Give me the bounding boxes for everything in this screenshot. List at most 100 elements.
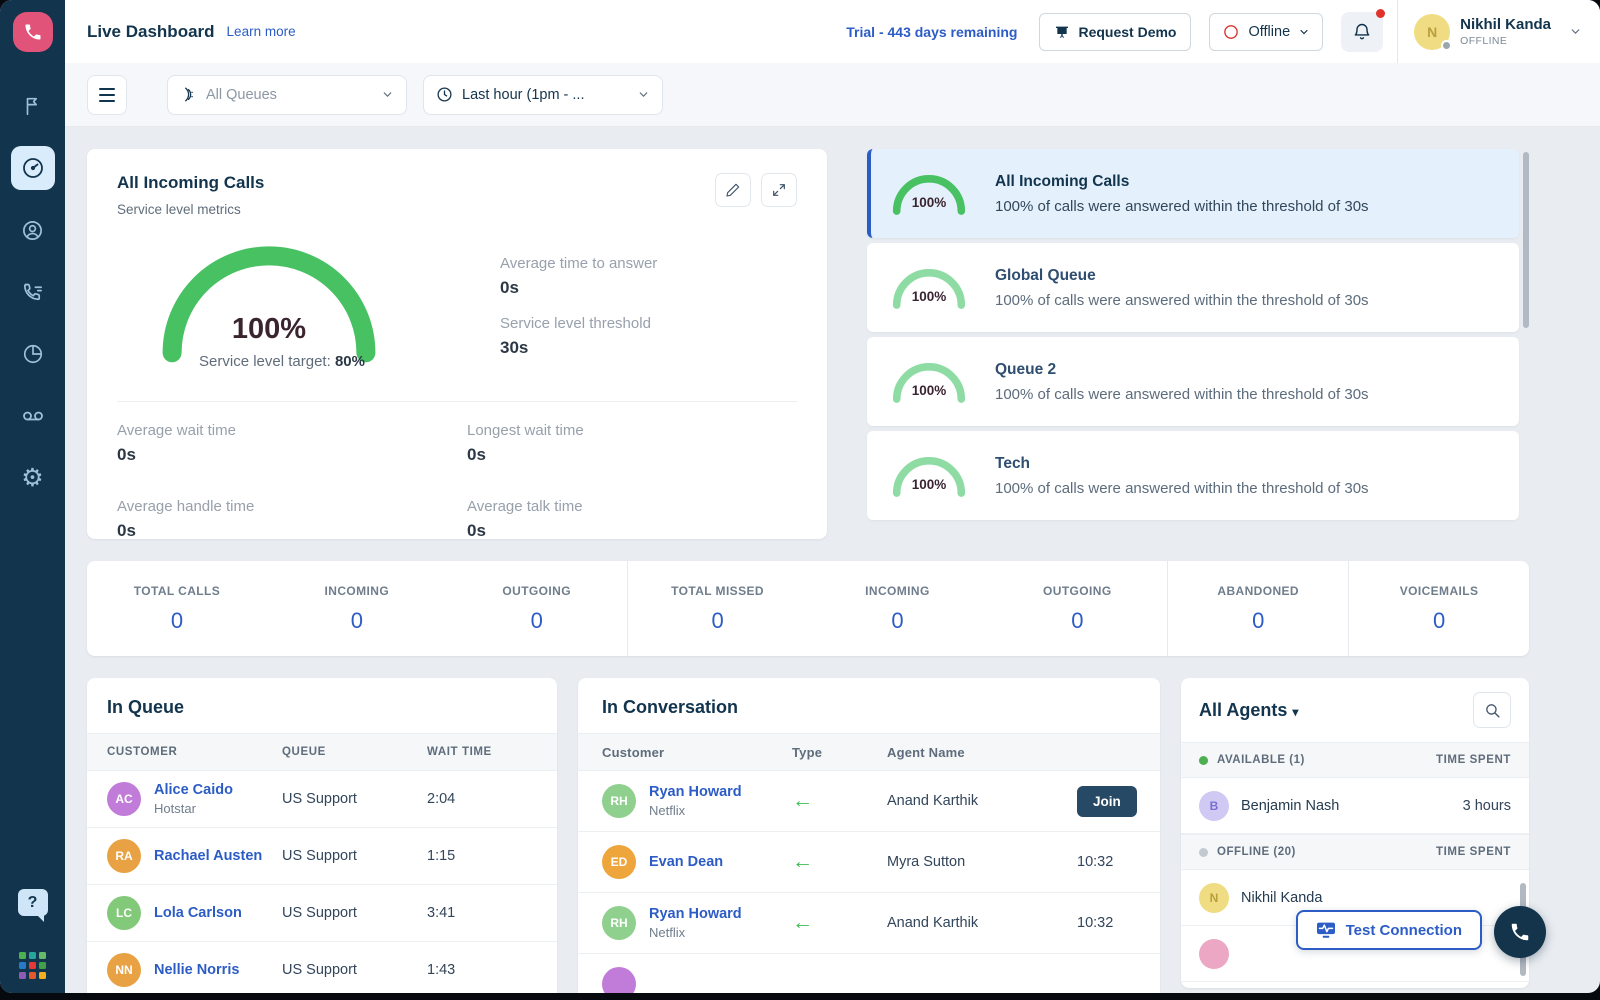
time-range-dropdown[interactable]: Last hour (1pm - ...	[423, 75, 663, 115]
queue-gauge: 100%	[891, 171, 967, 217]
trial-banner[interactable]: Trial - 443 days remaining	[846, 24, 1017, 40]
presence-dropdown[interactable]: Offline	[1209, 13, 1323, 51]
avatar: B	[1199, 791, 1229, 821]
service-level-gauge: 100% Service level target: 80%	[117, 239, 467, 379]
agents-section-offline: OFFLINE (20) TIME SPENT	[1181, 834, 1529, 870]
call-stats-bar: TOTAL CALLS0 INCOMING0 OUTGOING0 TOTAL M…	[87, 561, 1529, 656]
phone-widget-button[interactable]	[1494, 906, 1546, 958]
in-conversation-row: RH Ryan Howard Netflix ← Anand Karthik 1…	[578, 893, 1160, 954]
app-switcher-grid-icon[interactable]	[19, 952, 46, 979]
in-queue-row: NN Nellie Norris US Support 1:43	[87, 942, 557, 993]
stat-total-calls: TOTAL CALLS0	[87, 561, 267, 656]
presentation-icon	[1054, 24, 1070, 40]
edit-button[interactable]	[715, 173, 751, 207]
avatar: ED	[602, 845, 636, 879]
gear-icon: ⚙	[21, 466, 43, 491]
expand-button[interactable]	[761, 173, 797, 207]
filter-bar: All Queues Last hour (1pm - ...	[65, 63, 1600, 127]
help-button[interactable]: ?	[18, 889, 48, 916]
customer-link[interactable]: Evan Dean	[649, 854, 723, 870]
sidebar: ⚙ ?	[0, 0, 65, 993]
sidebar-item-settings[interactable]: ⚙	[11, 456, 55, 500]
user-presence-dot	[1441, 40, 1452, 51]
queue-item-global-queue[interactable]: 100% Global Queue 100% of calls were ans…	[867, 243, 1519, 332]
in-conversation-row	[578, 954, 1160, 993]
service-card-title: All Incoming Calls	[117, 173, 264, 193]
sidebar-item-call-metrics[interactable]	[11, 270, 55, 314]
avatar: RH	[602, 784, 636, 818]
sidebar-item-dashboard[interactable]	[11, 146, 55, 190]
notification-dot	[1376, 9, 1385, 18]
col-type: Type	[792, 745, 887, 760]
in-queue-row: AC Alice Caido Hotstar US Support 2:04	[87, 771, 557, 828]
queue-item-tech[interactable]: 100% Tech 100% of calls were answered wi…	[867, 431, 1519, 520]
sidebar-item-voicemail[interactable]	[11, 394, 55, 438]
gauge-target: Service level target: 80%	[117, 353, 447, 370]
dashboard-content: All Incoming Calls Service level metrics	[65, 127, 1600, 993]
avatar: RA	[107, 839, 141, 873]
learn-more-link[interactable]: Learn more	[227, 24, 296, 39]
stat-abandoned: ABANDONED0	[1167, 561, 1348, 656]
user-name: Nikhil Kanda	[1460, 16, 1551, 33]
queue-summary-panel: 100% All Incoming Calls 100% of calls we…	[867, 149, 1529, 539]
agent-search-button[interactable]	[1473, 692, 1511, 728]
col-customer: CUSTOMER	[107, 746, 282, 758]
metric-avg-time-to-answer: Average time to answer 0s	[500, 255, 657, 298]
agent-row: B Benjamin Nash 3 hours	[1181, 778, 1529, 834]
sidebar-item-reports[interactable]	[11, 332, 55, 376]
join-call-button[interactable]: Join	[1077, 786, 1137, 817]
chevron-down-icon: ▾	[1292, 705, 1298, 719]
in-conversation-panel: In Conversation Customer Type Agent Name…	[578, 678, 1160, 993]
agents-filter-dropdown[interactable]: All Agents ▾	[1199, 700, 1298, 721]
avatar: RH	[602, 906, 636, 940]
in-conversation-title: In Conversation	[602, 697, 738, 717]
customer-link[interactable]: Lola Carlson	[154, 905, 242, 921]
customer-link[interactable]: Alice Caido	[154, 782, 233, 798]
avatar: N	[1199, 883, 1229, 913]
stat-total-missed: TOTAL MISSED0	[627, 561, 808, 656]
clock-icon	[436, 86, 453, 103]
customer-link[interactable]: Ryan Howard	[649, 906, 742, 922]
page-title: Live Dashboard	[87, 22, 215, 42]
avatar: LC	[107, 896, 141, 930]
queue-panel-scrollbar[interactable]	[1523, 152, 1529, 328]
app-logo-phone-icon[interactable]	[13, 12, 53, 52]
menu-toggle-button[interactable]	[87, 75, 127, 115]
queues-filter-dropdown[interactable]: All Queues	[167, 75, 407, 115]
avatar: NN	[107, 953, 141, 987]
in-queue-panel: In Queue CUSTOMER QUEUE WAIT TIME AC Ali…	[87, 678, 557, 993]
test-connection-button[interactable]: Test Connection	[1296, 910, 1482, 950]
sidebar-item-contacts[interactable]	[11, 208, 55, 252]
stat-missed-incoming: INCOMING0	[808, 561, 988, 656]
call-duration: 10:32	[1077, 915, 1136, 931]
user-status: OFFLINE	[1460, 35, 1551, 47]
sidebar-item-flag[interactable]	[11, 84, 55, 128]
col-agent-name: Agent Name	[887, 745, 1077, 760]
queue-gauge: 100%	[891, 265, 967, 311]
bell-icon	[1352, 22, 1372, 42]
customer-link[interactable]: Rachael Austen	[154, 848, 262, 864]
offline-status-icon	[1222, 23, 1240, 41]
queue-gauge: 100%	[891, 359, 967, 405]
user-menu[interactable]: N Nikhil Kanda OFFLINE	[1414, 14, 1600, 50]
queue-item-all-incoming-calls[interactable]: 100% All Incoming Calls 100% of calls we…	[867, 149, 1519, 238]
in-conversation-row: ED Evan Dean ← Myra Sutton 10:32	[578, 832, 1160, 893]
notifications-button[interactable]	[1341, 12, 1383, 52]
time-range-value: Last hour (1pm - ...	[462, 87, 628, 103]
queue-item-queue-2[interactable]: 100% Queue 2 100% of calls were answered…	[867, 337, 1519, 426]
request-demo-button[interactable]: Request Demo	[1039, 13, 1191, 51]
metric-avg-handle-time: Average handle time 0s	[117, 498, 467, 541]
available-dot	[1199, 756, 1208, 765]
search-icon	[1484, 702, 1501, 719]
in-queue-row: RA Rachael Austen US Support 1:15	[87, 828, 557, 885]
queues-filter-value: All Queues	[206, 87, 372, 103]
chevron-down-icon	[637, 88, 650, 101]
stat-incoming: INCOMING0	[267, 561, 447, 656]
metric-longest-wait-time: Longest wait time 0s	[467, 422, 797, 465]
stat-missed-outgoing: OUTGOING0	[987, 561, 1167, 656]
customer-link[interactable]: Ryan Howard	[649, 784, 742, 800]
customer-link[interactable]: Nellie Norris	[154, 962, 239, 978]
in-queue-title: In Queue	[107, 697, 184, 717]
in-conversation-row: RH Ryan Howard Netflix ← Anand Karthik J…	[578, 771, 1160, 832]
phone-icon	[1509, 921, 1531, 943]
